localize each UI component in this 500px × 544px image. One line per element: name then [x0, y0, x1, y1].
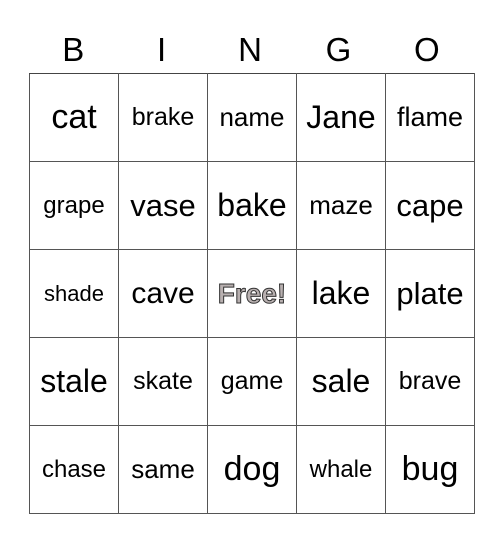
bingo-cell[interactable]: cape: [385, 161, 475, 250]
bingo-cell[interactable]: dog: [207, 425, 297, 514]
bingo-cell[interactable]: chase: [29, 425, 119, 514]
header-letter-g: G: [325, 31, 352, 68]
bingo-cell[interactable]: plate: [385, 249, 475, 338]
bingo-cell[interactable]: skate: [118, 337, 208, 426]
bingo-cell[interactable]: brave: [385, 337, 475, 426]
bingo-cell[interactable]: brake: [118, 73, 208, 162]
header-letter-n: N: [238, 31, 262, 68]
bingo-cell[interactable]: name: [207, 73, 297, 162]
bingo-cell[interactable]: stale: [29, 337, 119, 426]
bingo-cell[interactable]: bug: [385, 425, 475, 514]
grid-row: grape vase bake maze cape: [29, 161, 475, 250]
grid-row: cat brake name Jane flame: [29, 73, 475, 162]
bingo-cell[interactable]: vase: [118, 161, 208, 250]
bingo-cell[interactable]: shade: [29, 249, 119, 338]
header-letter-i: I: [157, 31, 167, 68]
bingo-cell[interactable]: Jane: [296, 73, 386, 162]
bingo-cell[interactable]: same: [118, 425, 208, 514]
bingo-cell[interactable]: cave: [118, 249, 208, 338]
bingo-grid: cat brake name Jane flame grape vase bake maze ca…: [29, 73, 475, 514]
header-letter-b: B: [62, 31, 85, 68]
bingo-cell[interactable]: bake: [207, 161, 297, 250]
bingo-cell[interactable]: maze: [296, 161, 386, 250]
bingo-cell[interactable]: cat: [29, 73, 119, 162]
header-letter-o: O: [413, 31, 440, 68]
bingo-cell[interactable]: game: [207, 337, 297, 426]
bingo-cell[interactable]: whale: [296, 425, 386, 514]
grid-row: shade cave Free! lake plate: [29, 249, 475, 338]
bingo-cell[interactable]: sale: [296, 337, 386, 426]
bingo-cell[interactable]: lake: [296, 249, 386, 338]
grid-row: stale skate game sale brave: [29, 337, 475, 426]
free-space-cell[interactable]: Free!: [207, 249, 297, 338]
bingo-cell[interactable]: grape: [29, 161, 119, 250]
bingo-header: B I N G O: [29, 30, 471, 70]
bingo-cell[interactable]: flame: [385, 73, 475, 162]
grid-row: chase same dog whale bug: [29, 425, 475, 514]
